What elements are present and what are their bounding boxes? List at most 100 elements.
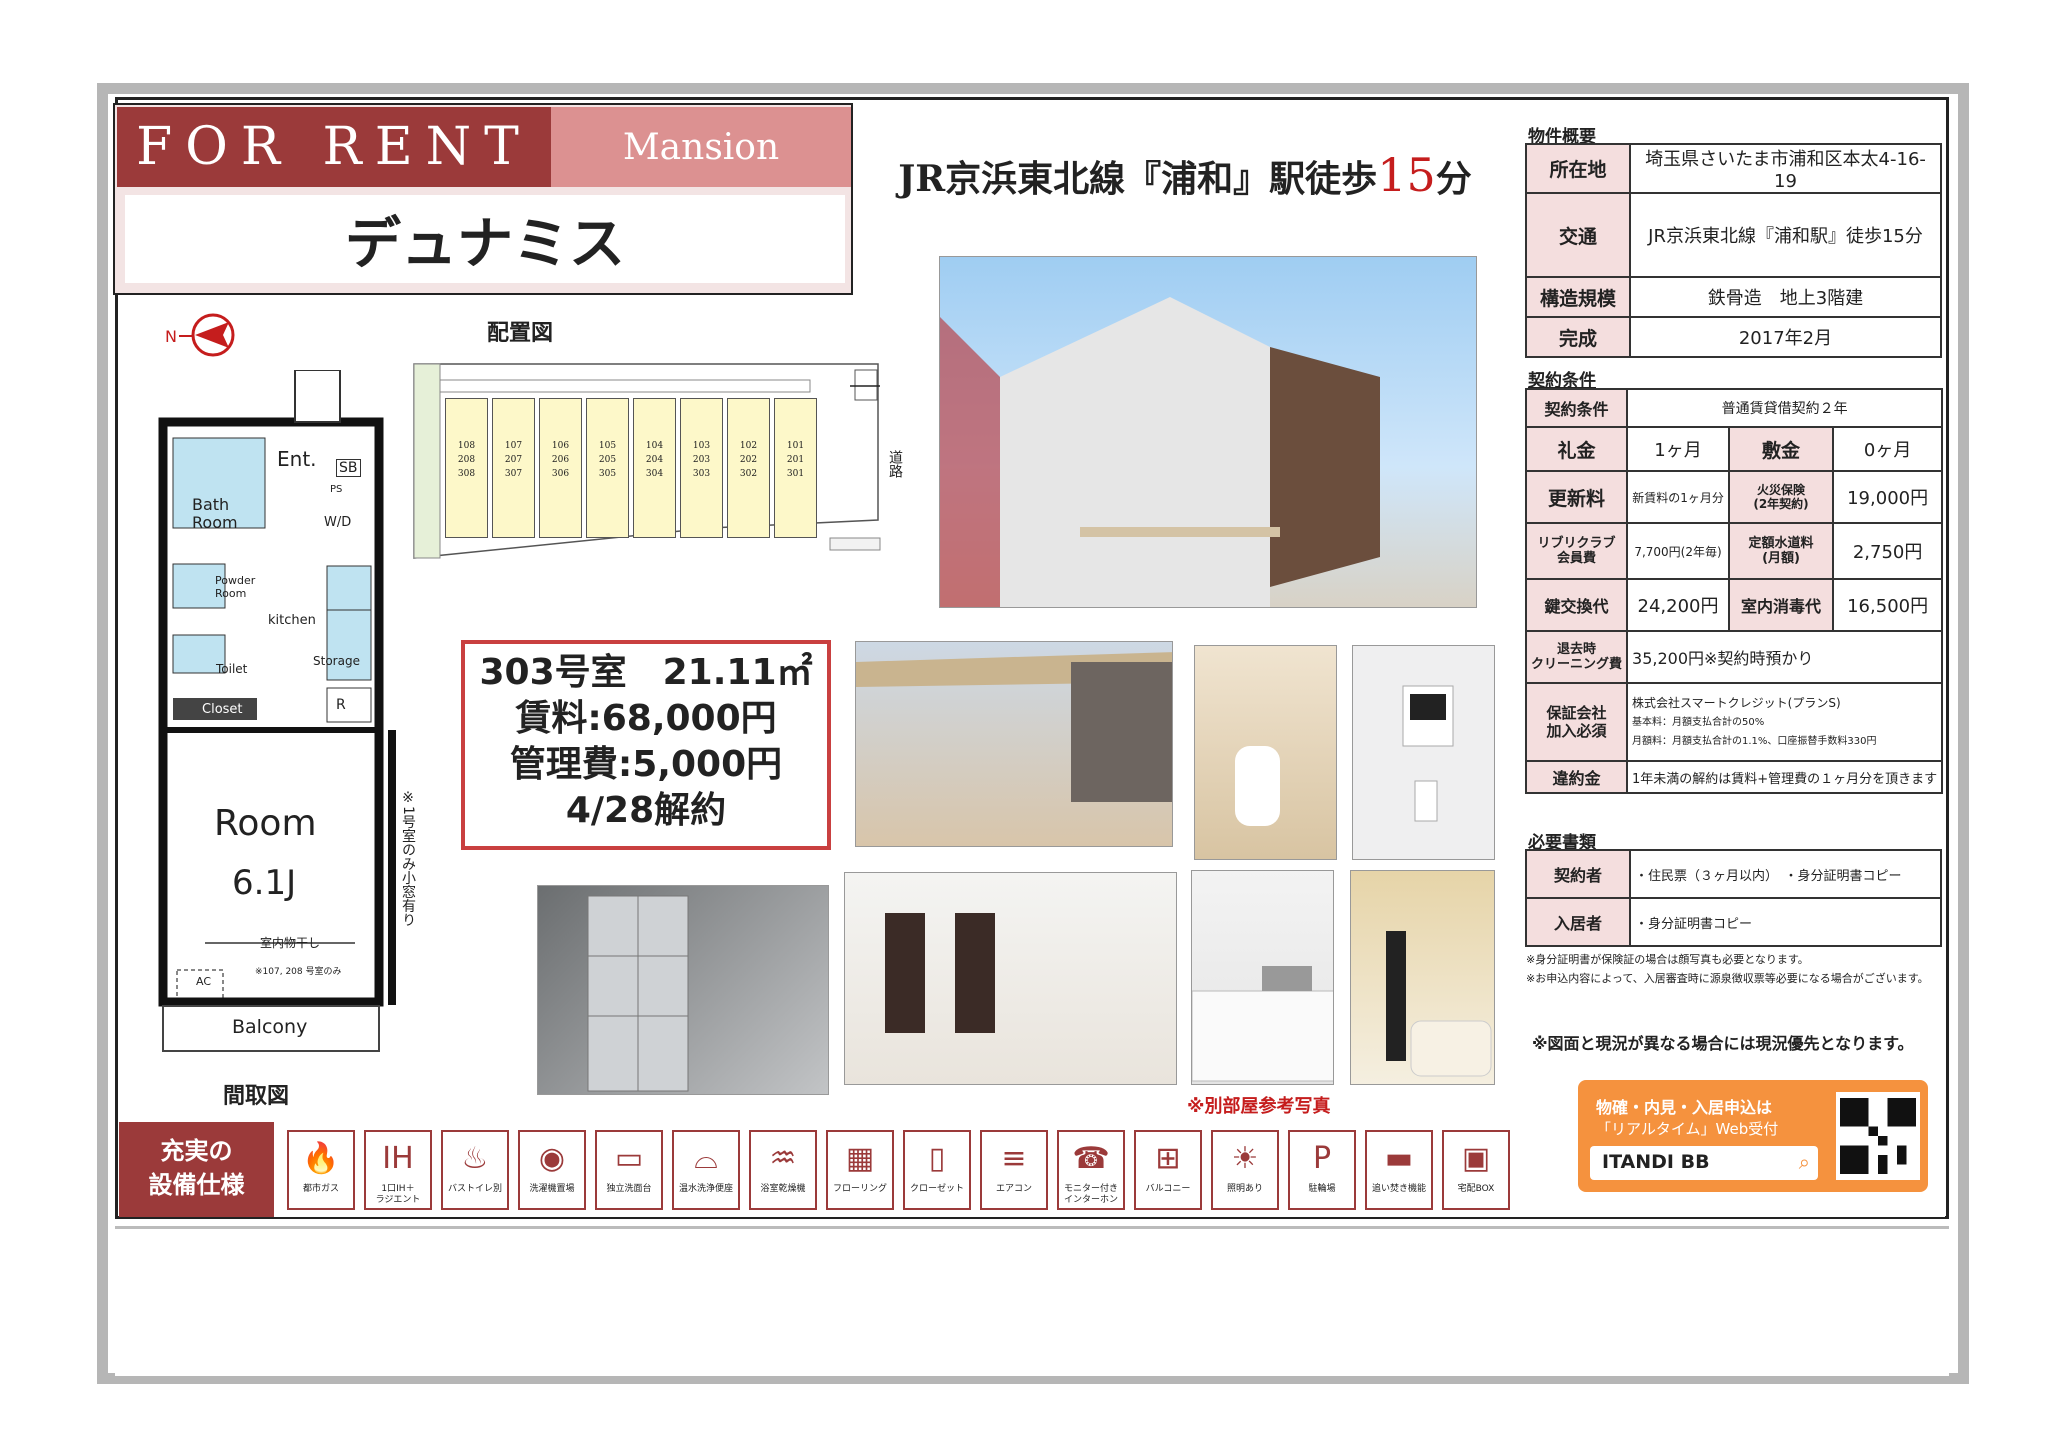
shikikin-value: 0ヶ月 [1832, 426, 1944, 472]
floor-plan [155, 369, 455, 1060]
penalty-value: 1年未満の解約は賃料+管理費の１ヶ月分を頂きます [1626, 760, 1944, 794]
docs-note-1: ※身分証明書が保険証の場合は顔写真も必要となります。 [1526, 953, 1809, 966]
itandi-banner[interactable]: 物確・内見・入居申込は 「リアルタイム」Web受付 ITANDI BB ⌕ [1578, 1080, 1928, 1192]
amenity-glyph: ☀ [1231, 1140, 1259, 1176]
amenity-label: エアコン [995, 1184, 1032, 1194]
site-room-number: 204 [645, 455, 664, 465]
ih-icon: IH 1口IH＋ ラジエント [364, 1130, 432, 1210]
amenity-glyph: ☎ [1072, 1140, 1110, 1176]
amenity-label: 駐輪場 [1308, 1184, 1336, 1194]
amenity-label: 洗濯機置場 [529, 1184, 575, 1194]
site-room-number: 306 [551, 469, 570, 479]
club-fee-value: 7,700円(2年毎) [1626, 522, 1731, 580]
amenity-label: 照明あり [1226, 1184, 1263, 1194]
amenity-label: 宅配BOX [1457, 1184, 1495, 1194]
unit-management-fee: 管理費:5,000円 [509, 744, 783, 785]
amenity-glyph: ≡ [1001, 1140, 1027, 1176]
site-room-number: 104 [645, 441, 664, 451]
amenity-glyph: ⊞ [1155, 1140, 1181, 1176]
search-icon: ⌕ [1798, 1150, 1810, 1174]
itandi-brand: ITANDI BB [1602, 1151, 1710, 1173]
floor-r-label: R [336, 697, 346, 713]
bicycle-icon: P 駐輪場 [1288, 1130, 1356, 1210]
docs-note-2: ※お申込内容によって、入居審査時に源泉徴収票等必要になる場合がございます。 [1526, 972, 1929, 985]
site-room-block: 105 205 305 [586, 398, 629, 538]
reikin-label: 礼金 [1524, 426, 1629, 472]
photo-reference-note: ※別部屋参考写真 [1187, 1096, 1331, 1117]
station-suffix: 分 [1435, 158, 1472, 200]
unit-cancel-date: 4/28解約 [565, 790, 727, 831]
site-room-block: 103 203 303 [680, 398, 723, 538]
toilet-photo [1194, 645, 1337, 860]
floor-kitchen-label: kitchen [268, 613, 316, 628]
floor-plan-title: 間取図 [223, 1083, 290, 1109]
amenities-title: 充実の 設備仕様 [119, 1122, 274, 1217]
amenity-glyph: ▬ [1384, 1140, 1414, 1176]
floor-ac-label: AC [196, 975, 212, 988]
amenity-glyph: ⌓ [694, 1140, 718, 1176]
unit-room-size: 303号室 21.11㎡ [479, 652, 813, 693]
road-label: 道路 [887, 450, 903, 478]
gas-icon: 🔥 都市ガス [287, 1130, 355, 1210]
guarantor-label: 保証会社 加入必須 [1524, 682, 1629, 762]
bath-toilet-icon: ♨ バストイレ別 [441, 1130, 509, 1210]
site-room-number: 206 [551, 455, 570, 465]
floor-powder-label: Powder Room [215, 574, 256, 600]
site-room-number: 107 [504, 441, 523, 451]
property-name: デュナミス [125, 195, 845, 283]
water-fee-label: 定額水道料 (月額) [1728, 522, 1835, 580]
balcony-icon: ⊞ バルコニー [1134, 1130, 1202, 1210]
site-room-block: 101 201 301 [774, 398, 817, 538]
closet-icon: ▯ クローゼット [903, 1130, 971, 1210]
guarantor-company: 株式会社スマートクレジット(プランS) [1632, 695, 1841, 710]
fire-insurance-label: 火災保険 (2年契約) [1728, 470, 1835, 524]
site-room-number: 307 [504, 469, 523, 479]
amenity-label: 都市ガス [302, 1184, 339, 1194]
contract-type-label: 契約条件 [1524, 388, 1629, 428]
washlet-icon: ⌓ 温水洗浄便座 [672, 1130, 740, 1210]
floor-bath-label: Bath Room [192, 495, 238, 532]
qr-code-icon[interactable] [1836, 1092, 1920, 1180]
renewal-label: 更新料 [1524, 470, 1629, 524]
bathroom-photo [1350, 870, 1495, 1085]
floor-balcony-label: Balcony [232, 1016, 308, 1038]
contractor-label: 契約者 [1525, 849, 1631, 899]
floor-ent-label: Ent. [277, 447, 317, 471]
site-room-block: 107 207 307 [492, 398, 535, 538]
amenity-label: 1口IH＋ ラジエント [375, 1184, 421, 1205]
overview-label-completed: 完成 [1525, 316, 1631, 358]
amenity-glyph: 🔥 [302, 1140, 340, 1176]
site-room-number: 201 [786, 455, 805, 465]
amenity-label: 浴室乾燥機 [760, 1184, 806, 1194]
site-room-number: 207 [504, 455, 523, 465]
amenity-glyph: ▣ [1461, 1140, 1491, 1176]
floor-ps-label: PS [330, 484, 343, 495]
for-rent-label: FOR RENT [117, 107, 551, 187]
amenity-label: フローリング [832, 1184, 887, 1194]
amenity-glyph: ▦ [845, 1140, 875, 1176]
site-room-block: 104 204 304 [633, 398, 676, 538]
sink-icon: ▭ 独立洗面台 [595, 1130, 663, 1210]
mailbox-photo [537, 885, 829, 1095]
key-exchange-label: 鍵交換代 [1524, 578, 1629, 632]
site-room-number: 203 [692, 455, 711, 465]
amenity-label: クローゼット [909, 1184, 964, 1194]
disinfect-value: 16,500円 [1832, 578, 1944, 632]
fire-insurance-value: 19,000円 [1832, 470, 1944, 524]
amenity-glyph: ▯ [928, 1140, 946, 1176]
amenity-glyph: ♒ [769, 1140, 797, 1176]
site-room-number: 106 [551, 441, 570, 451]
cleaning-label: 退去時 クリーニング費 [1524, 630, 1629, 684]
header-banner: FOR RENT Mansion デュナミス [113, 103, 853, 295]
key-exchange-value: 24,200円 [1626, 578, 1731, 632]
site-room-number: 304 [645, 469, 664, 479]
club-fee-label: リブリクラブ 会員費 [1524, 522, 1629, 580]
renewal-value: 新賃料の1ヶ月分 [1626, 470, 1731, 524]
bottom-blank-panel [115, 1226, 1949, 1376]
washer-icon: ◉ 洗濯機置場 [518, 1130, 586, 1210]
site-room-number: 301 [786, 469, 805, 479]
itandi-line1: 物確・内見・入居申込は [1596, 1098, 1773, 1117]
kitchen-photo [1191, 870, 1334, 1085]
dryer-icon: ♒ 浴室乾燥機 [749, 1130, 817, 1210]
svg-text:N: N [165, 327, 177, 346]
